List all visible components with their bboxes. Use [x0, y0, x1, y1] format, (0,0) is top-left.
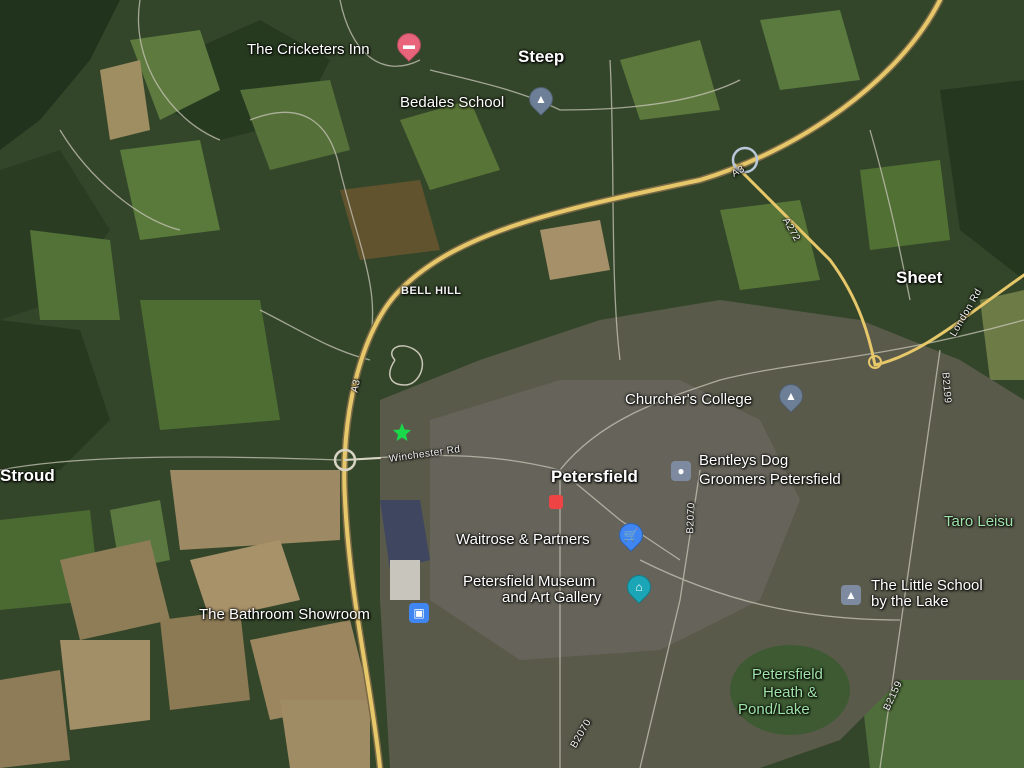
museum-label-line1[interactable]: Petersfield Museum	[463, 574, 596, 590]
bentleys-label-line2[interactable]: Groomers Petersfield	[699, 472, 841, 488]
bed-icon: ▬	[403, 38, 415, 52]
bedales-label[interactable]: Bedales School	[400, 95, 504, 111]
taro-label[interactable]: Taro Leisu	[944, 514, 1013, 530]
waitrose-label[interactable]: Waitrose & Partners	[456, 532, 590, 548]
school-icon: ▲	[535, 92, 547, 106]
school-icon: ▲	[785, 389, 797, 403]
rail-station-icon[interactable]	[549, 495, 563, 509]
heath-label-line3[interactable]: Pond/Lake	[738, 702, 810, 718]
heath-label-line2[interactable]: Heath &	[763, 685, 817, 701]
bentleys-label-line1[interactable]: Bentleys Dog	[699, 453, 788, 469]
place-stroud: Stroud	[0, 466, 55, 485]
little-school-label-line2[interactable]: by the Lake	[871, 594, 949, 610]
satellite-map[interactable]: ▬ The Cricketers Inn Steep ▲ Bedales Sch…	[0, 0, 1024, 768]
little-school-icon[interactable]: ▲	[841, 585, 861, 605]
satellite-imagery	[0, 0, 1024, 768]
museum-label-line2[interactable]: and Art Gallery	[502, 590, 601, 606]
green-marker-icon[interactable]	[392, 422, 412, 442]
road-bell-hill: BELL HILL	[401, 285, 462, 297]
shop-icon[interactable]: ▣	[409, 603, 429, 623]
place-petersfield: Petersfield	[551, 467, 638, 486]
generic-place-icon[interactable]: ●	[671, 461, 691, 481]
heath-label-line1[interactable]: Petersfield	[752, 667, 823, 683]
shopping-cart-icon: 🛒	[623, 528, 639, 542]
cricketers-label[interactable]: The Cricketers Inn	[247, 42, 370, 58]
road-b2070-a: B2070	[685, 502, 698, 534]
museum-icon: ⌂	[635, 580, 643, 594]
road-b2199: B2199	[939, 371, 954, 405]
churchers-label[interactable]: Churcher's College	[625, 392, 752, 408]
place-steep: Steep	[518, 47, 565, 66]
bathroom-label[interactable]: The Bathroom Showroom	[199, 607, 370, 623]
little-school-label-line1[interactable]: The Little School	[871, 578, 983, 594]
place-sheet: Sheet	[896, 268, 943, 287]
